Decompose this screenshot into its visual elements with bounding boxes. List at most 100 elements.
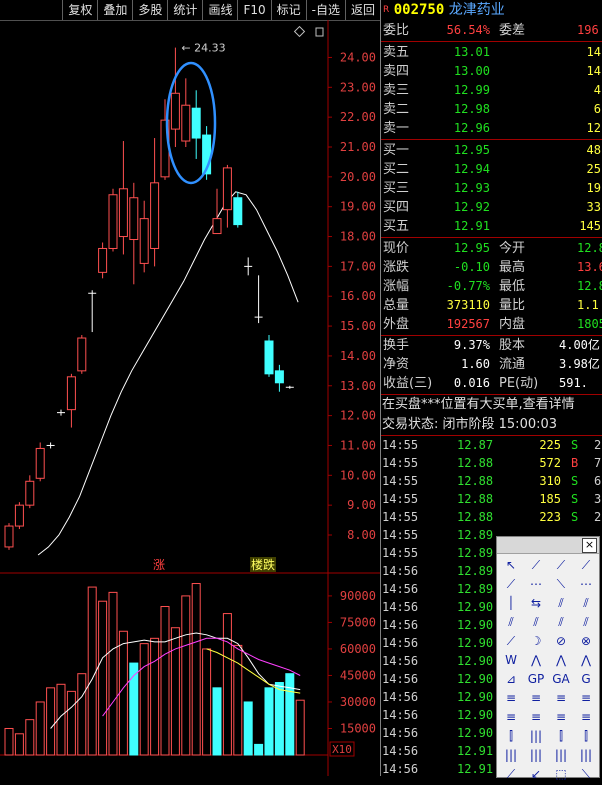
drawing-tool-0[interactable]: ↖ [499, 556, 523, 574]
candle-body [233, 197, 243, 226]
drawing-tool-34[interactable]: ≡ [549, 708, 573, 726]
drawing-tool-8[interactable]: │ [499, 594, 523, 612]
drawing-tool-15[interactable]: ⫽ [574, 613, 598, 631]
drawing-tool-33[interactable]: ≡ [524, 708, 548, 726]
drawing-tool-45[interactable]: ↙ [524, 765, 548, 783]
volume-bar [46, 687, 56, 756]
tick-direction: B [571, 456, 579, 470]
drawing-tool-29[interactable]: ≡ [524, 689, 548, 707]
stock-name[interactable]: 龙津药业 [449, 2, 505, 18]
fundamental-row: 净资 1.60 流通 3.98亿 [381, 355, 602, 374]
menu-item-0[interactable]: 复权 [62, 0, 97, 20]
drawing-tool-39[interactable]: ⫿ [574, 727, 598, 745]
drawing-tool-2[interactable]: ⟋ [549, 556, 573, 574]
drawing-tool-30[interactable]: ≡ [549, 689, 573, 707]
menu-item-4[interactable]: 画线 [202, 0, 237, 20]
big-order-notice[interactable]: 在买盘***位置有大买单,查看详情 [382, 395, 575, 414]
drawing-tool-21[interactable]: ⋀ [524, 651, 548, 669]
drawing-tool-1[interactable]: ⟋ [524, 556, 548, 574]
drawing-toolbox[interactable]: × ↖ ⟋ ⟋ ⟋ ⟋ ⋯ ⟍ ⋯ │ ⇆ ⫽ ⫽ ⫽ ⫽ ⫽ ⫽ ⟋ ☽ ⊘ ⊗ W ⋀ ⋀ ⋀ ⊿ GP GA G ≡ ≡ ≡ ≡ ≡ ≡ ≡ ≡… [496, 536, 600, 781]
volume-axis-label: 75000 [340, 615, 376, 629]
diff-value: 196 [577, 23, 599, 37]
ask-price: 13.00 [453, 64, 490, 78]
menu-item-3[interactable]: 统计 [167, 0, 202, 20]
drawing-tool-41[interactable]: ||| [524, 746, 548, 764]
drawing-tool-24[interactable]: ⊿ [499, 670, 523, 688]
drawing-tool-35[interactable]: ≡ [574, 708, 598, 726]
tick-row[interactable]: 14:55 12.88 572 B 7 [381, 454, 602, 472]
bid-row[interactable]: 买二 12.94 25 [381, 160, 602, 179]
menu-item-6[interactable]: 标记 [270, 0, 306, 20]
drawing-tool-27[interactable]: G [574, 670, 598, 688]
drawing-tool-9[interactable]: ⇆ [524, 594, 548, 612]
bid-row[interactable]: 买五 12.91 145 [381, 217, 602, 236]
drawing-tool-36[interactable]: ⫿ [499, 727, 523, 745]
bid-row[interactable]: 买三 12.93 19 [381, 179, 602, 198]
tick-row[interactable]: 14:55 12.88 223 S 2 [381, 508, 602, 526]
drawing-tool-26[interactable]: GA [549, 670, 573, 688]
drawing-tool-4[interactable]: ⟋ [499, 575, 523, 593]
drawing-tool-17[interactable]: ☽ [524, 632, 548, 650]
drawing-tool-7[interactable]: ⋯ [574, 575, 598, 593]
bid-row[interactable]: 买一 12.95 48 [381, 141, 602, 160]
tick-price: 12.89 [457, 546, 494, 560]
drawing-tool-23[interactable]: ⋀ [574, 651, 598, 669]
menu-item-1[interactable]: 叠加 [97, 0, 132, 20]
price-axis-label: 8.00 [347, 528, 376, 542]
bid-price: 12.92 [453, 200, 490, 214]
ask-row[interactable]: 卖二 12.98 6 [381, 100, 602, 119]
volume-bar [160, 606, 170, 756]
drawing-tool-3[interactable]: ⟋ [574, 556, 598, 574]
volume-bar [25, 719, 35, 756]
toolbox-titlebar[interactable]: × [497, 537, 599, 554]
drawing-tool-43[interactable]: ||| [574, 746, 598, 764]
drawing-tool-22[interactable]: ⋀ [549, 651, 573, 669]
candle-body [191, 107, 201, 139]
drawing-tool-37[interactable]: ||| [524, 727, 548, 745]
drawing-tool-31[interactable]: ≡ [574, 689, 598, 707]
menu-item-7[interactable]: -自选 [305, 0, 345, 20]
ask-row[interactable]: 卖三 12.99 4 [381, 81, 602, 100]
ask-row[interactable]: 卖四 13.00 14 [381, 62, 602, 81]
drawing-tool-44[interactable]: ⟋ [499, 765, 523, 783]
tick-time: 14:55 [382, 474, 419, 488]
drawing-tool-13[interactable]: ⫽ [524, 613, 548, 631]
close-icon[interactable]: × [582, 538, 597, 553]
drawing-tool-19[interactable]: ⊗ [574, 632, 598, 650]
volume-bar [118, 630, 128, 756]
ask-row[interactable]: 卖一 12.96 12 [381, 119, 602, 138]
drawing-tool-14[interactable]: ⫽ [549, 613, 573, 631]
drawing-tool-25[interactable]: GP [524, 670, 548, 688]
tick-row[interactable]: 14:55 12.87 225 S 2 [381, 436, 602, 454]
drawing-tool-40[interactable]: ||| [499, 746, 523, 764]
candle-body [118, 188, 128, 238]
drawing-tool-38[interactable]: ⫿ [549, 727, 573, 745]
menu-item-5[interactable]: F10 [237, 0, 270, 20]
drawing-tool-32[interactable]: ≡ [499, 708, 523, 726]
drawing-tool-42[interactable]: ||| [549, 746, 573, 764]
fund-value-2: 4.00亿 [559, 338, 600, 352]
drawing-tool-16[interactable]: ⟋ [499, 632, 523, 650]
drawing-tool-10[interactable]: ⫽ [549, 594, 573, 612]
drawing-tool-12[interactable]: ⫽ [499, 613, 523, 631]
drawing-tool-6[interactable]: ⟍ [549, 575, 573, 593]
drawing-tool-20[interactable]: W [499, 651, 523, 669]
ask-row[interactable]: 卖五 13.01 14 [381, 43, 602, 62]
drawing-tool-46[interactable]: ⬚ [549, 765, 573, 783]
price-axis-label: 20.00 [340, 170, 376, 184]
tick-row[interactable]: 14:55 12.88 310 S 6 [381, 472, 602, 490]
menu-item-8[interactable]: 返回 [344, 0, 380, 20]
quote-row: 现价 12.95 今开 12.8 [381, 239, 602, 258]
drawing-tool-28[interactable]: ≡ [499, 689, 523, 707]
drawing-tool-5[interactable]: ⋯ [524, 575, 548, 593]
separator-line [381, 237, 602, 238]
drawing-tool-18[interactable]: ⊘ [549, 632, 573, 650]
kline-chart[interactable]: 24.00 23.00 22.00 21.00 20.00 19.00 18.00 17.00… [0, 20, 380, 776]
tick-row[interactable]: 14:55 12.88 185 S 3 [381, 490, 602, 508]
bid-row[interactable]: 买四 12.92 33 [381, 198, 602, 217]
stock-code[interactable]: 002750 [394, 2, 445, 18]
menu-item-2[interactable]: 多股 [132, 0, 167, 20]
drawing-tool-47[interactable]: ⟍ [574, 765, 598, 783]
drawing-tool-11[interactable]: ⫽ [574, 594, 598, 612]
tick-price: 12.90 [457, 726, 494, 740]
